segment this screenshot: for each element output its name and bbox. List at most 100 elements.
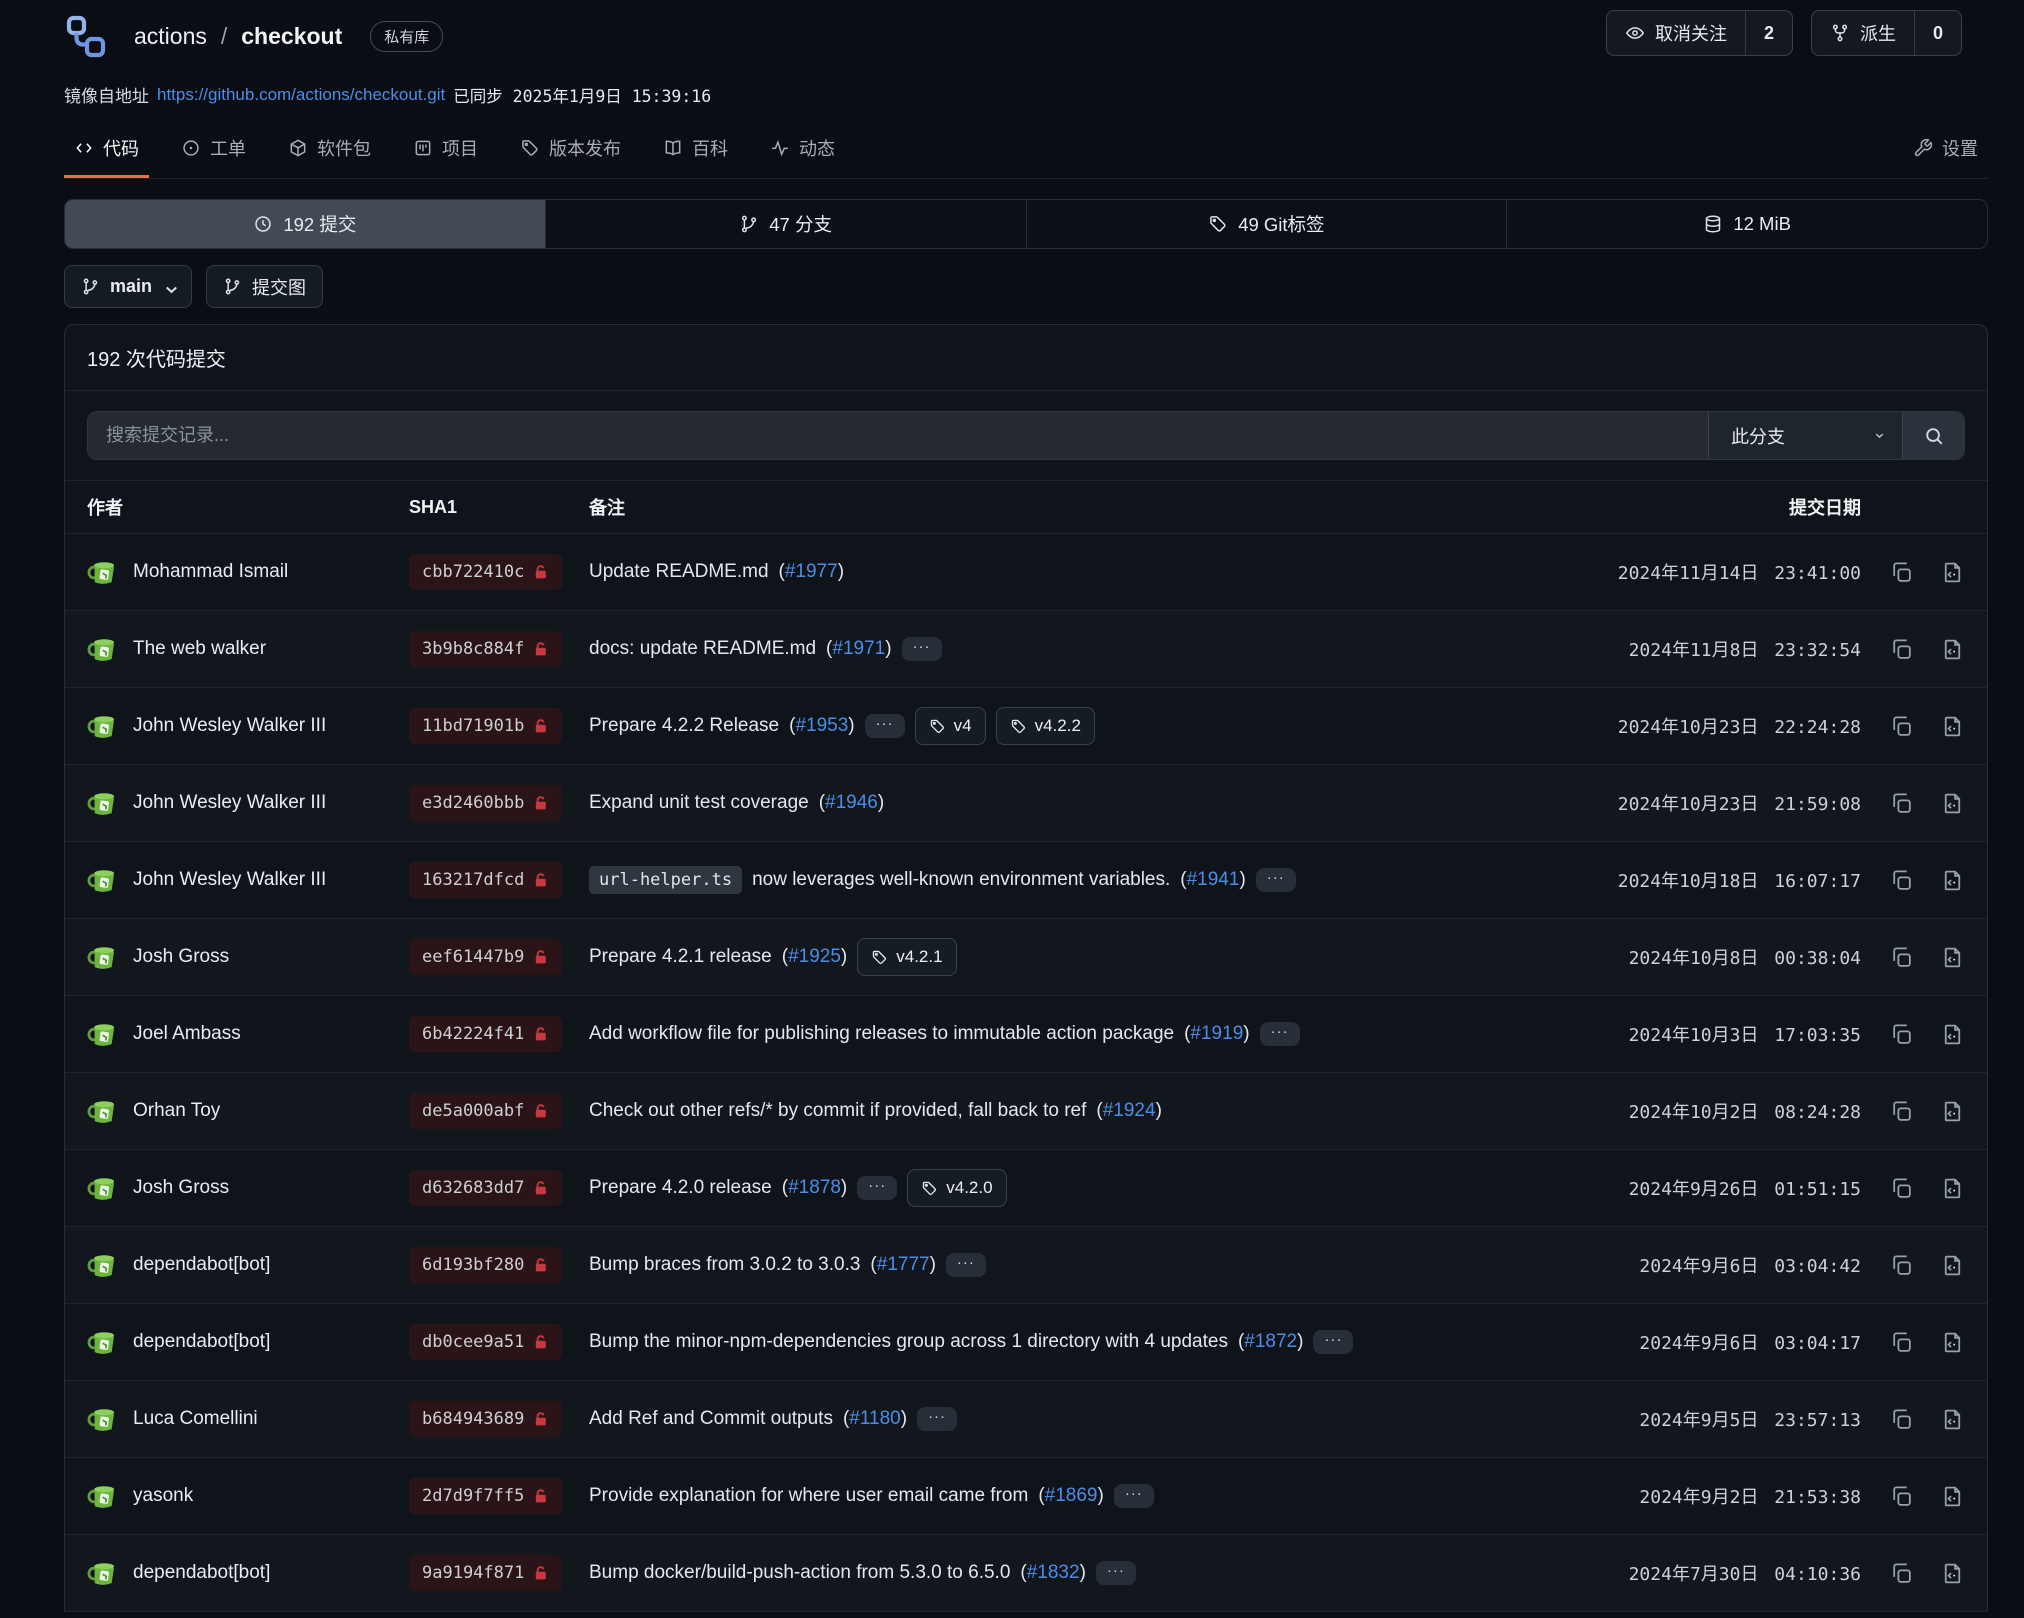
commit-sha-link[interactable]: eef61447b9	[409, 939, 562, 975]
expand-commit-body-button[interactable]: ···	[902, 637, 942, 661]
issue-link[interactable]: #1971	[832, 638, 885, 659]
expand-commit-body-button[interactable]: ···	[1114, 1484, 1154, 1508]
stat-commits[interactable]: 192 提交	[65, 200, 546, 248]
avatar[interactable]	[87, 634, 117, 664]
release-tag-chip[interactable]: v4.2.1	[857, 938, 956, 976]
avatar[interactable]	[87, 1558, 117, 1588]
author-name[interactable]: yasonk	[133, 1485, 193, 1507]
breadcrumb-repo-link[interactable]: checkout	[241, 23, 342, 50]
issue-link[interactable]: #1924	[1103, 1100, 1156, 1121]
author-name[interactable]: Orhan Toy	[133, 1100, 220, 1122]
copy-sha-button[interactable]	[1889, 1407, 1914, 1432]
tab-packages[interactable]: 软件包	[278, 123, 381, 178]
author-name[interactable]: Josh Gross	[133, 1177, 229, 1199]
release-tag-chip[interactable]: v4	[915, 707, 986, 745]
commit-sha-link[interactable]: 6b42224f41	[409, 1016, 562, 1052]
commit-sha-link[interactable]: 2d7d9f7ff5	[409, 1478, 562, 1514]
issue-link[interactable]: #1946	[825, 792, 878, 813]
view-file-at-commit-button[interactable]	[1940, 791, 1965, 816]
branch-selector[interactable]: main	[64, 265, 192, 308]
commit-sha-link[interactable]: cbb722410c	[409, 554, 562, 590]
copy-sha-button[interactable]	[1889, 868, 1914, 893]
author-name[interactable]: John Wesley Walker III	[133, 869, 326, 891]
issue-link[interactable]: #1872	[1244, 1331, 1297, 1352]
copy-sha-button[interactable]	[1889, 1099, 1914, 1124]
commit-sha-link[interactable]: 6d193bf280	[409, 1247, 562, 1283]
issue-link[interactable]: #1180	[849, 1408, 900, 1429]
commit-sha-link[interactable]: e3d2460bbb	[409, 785, 562, 821]
view-file-at-commit-button[interactable]	[1940, 637, 1965, 662]
author-name[interactable]: dependabot[bot]	[133, 1562, 270, 1584]
branch-scope-select[interactable]: 此分支	[1708, 412, 1902, 459]
avatar[interactable]	[87, 788, 117, 818]
copy-sha-button[interactable]	[1889, 1330, 1914, 1355]
avatar[interactable]	[87, 1019, 117, 1049]
commit-sha-link[interactable]: de5a000abf	[409, 1093, 562, 1129]
avatar[interactable]	[87, 557, 117, 587]
tab-activity[interactable]: 动态	[760, 123, 845, 178]
tab-wiki[interactable]: 百科	[653, 123, 738, 178]
commit-sha-link[interactable]: 163217dfcd	[409, 862, 562, 898]
search-button[interactable]	[1902, 412, 1964, 459]
fork-button[interactable]: 派生 0	[1811, 10, 1962, 56]
view-file-at-commit-button[interactable]	[1940, 945, 1965, 970]
avatar[interactable]	[87, 1481, 117, 1511]
tab-releases[interactable]: 版本发布	[510, 123, 631, 178]
avatar[interactable]	[87, 1173, 117, 1203]
expand-commit-body-button[interactable]: ···	[857, 1176, 897, 1200]
copy-sha-button[interactable]	[1889, 1484, 1914, 1509]
issue-link[interactable]: #1925	[788, 946, 841, 967]
commit-sha-link[interactable]: db0cee9a51	[409, 1324, 562, 1360]
expand-commit-body-button[interactable]: ···	[1260, 1022, 1300, 1046]
commit-graph-button[interactable]: 提交图	[206, 265, 323, 308]
commit-sha-link[interactable]: b684943689	[409, 1401, 562, 1437]
avatar[interactable]	[87, 942, 117, 972]
author-name[interactable]: Josh Gross	[133, 946, 229, 968]
view-file-at-commit-button[interactable]	[1940, 1022, 1965, 1047]
copy-sha-button[interactable]	[1889, 945, 1914, 970]
avatar[interactable]	[87, 1404, 117, 1434]
view-file-at-commit-button[interactable]	[1940, 1484, 1965, 1509]
issue-link[interactable]: #1832	[1027, 1562, 1080, 1583]
expand-commit-body-button[interactable]: ···	[1256, 868, 1296, 892]
stat-branches[interactable]: 47 分支	[546, 200, 1027, 248]
issue-link[interactable]: #1953	[795, 715, 848, 736]
tab-issues[interactable]: 工单	[171, 123, 256, 178]
author-name[interactable]: dependabot[bot]	[133, 1254, 270, 1276]
copy-sha-button[interactable]	[1889, 1176, 1914, 1201]
avatar[interactable]	[87, 1250, 117, 1280]
copy-sha-button[interactable]	[1889, 560, 1914, 585]
site-logo-icon[interactable]	[64, 14, 108, 58]
expand-commit-body-button[interactable]: ···	[1096, 1561, 1136, 1585]
release-tag-chip[interactable]: v4.2.2	[996, 707, 1095, 745]
issue-link[interactable]: #1869	[1045, 1485, 1098, 1506]
issue-link[interactable]: #1878	[788, 1177, 841, 1198]
expand-commit-body-button[interactable]: ···	[917, 1407, 957, 1431]
expand-commit-body-button[interactable]: ···	[865, 714, 905, 738]
author-name[interactable]: John Wesley Walker III	[133, 715, 326, 737]
author-name[interactable]: Luca Comellini	[133, 1408, 258, 1430]
avatar[interactable]	[87, 865, 117, 895]
avatar[interactable]	[87, 1327, 117, 1357]
author-name[interactable]: Joel Ambass	[133, 1023, 241, 1045]
view-file-at-commit-button[interactable]	[1940, 1561, 1965, 1586]
view-file-at-commit-button[interactable]	[1940, 1407, 1965, 1432]
view-file-at-commit-button[interactable]	[1940, 560, 1965, 585]
commit-sha-link[interactable]: 9a9194f871	[409, 1555, 562, 1591]
view-file-at-commit-button[interactable]	[1940, 1176, 1965, 1201]
fork-count[interactable]: 0	[1914, 11, 1961, 55]
issue-link[interactable]: #1919	[1190, 1023, 1243, 1044]
tab-code[interactable]: 代码	[64, 123, 149, 178]
view-file-at-commit-button[interactable]	[1940, 1253, 1965, 1278]
mirror-url-link[interactable]: https://github.com/actions/checkout.git	[157, 85, 445, 105]
watch-count[interactable]: 2	[1745, 11, 1792, 55]
commit-sha-link[interactable]: d632683dd7	[409, 1170, 562, 1206]
author-name[interactable]: Mohammad Ismail	[133, 561, 288, 583]
author-name[interactable]: John Wesley Walker III	[133, 792, 326, 814]
expand-commit-body-button[interactable]: ···	[946, 1253, 986, 1277]
avatar[interactable]	[87, 1096, 117, 1126]
release-tag-chip[interactable]: v4.2.0	[907, 1169, 1006, 1207]
search-input[interactable]	[88, 412, 1708, 459]
breadcrumb-owner-link[interactable]: actions	[134, 23, 207, 50]
copy-sha-button[interactable]	[1889, 637, 1914, 662]
